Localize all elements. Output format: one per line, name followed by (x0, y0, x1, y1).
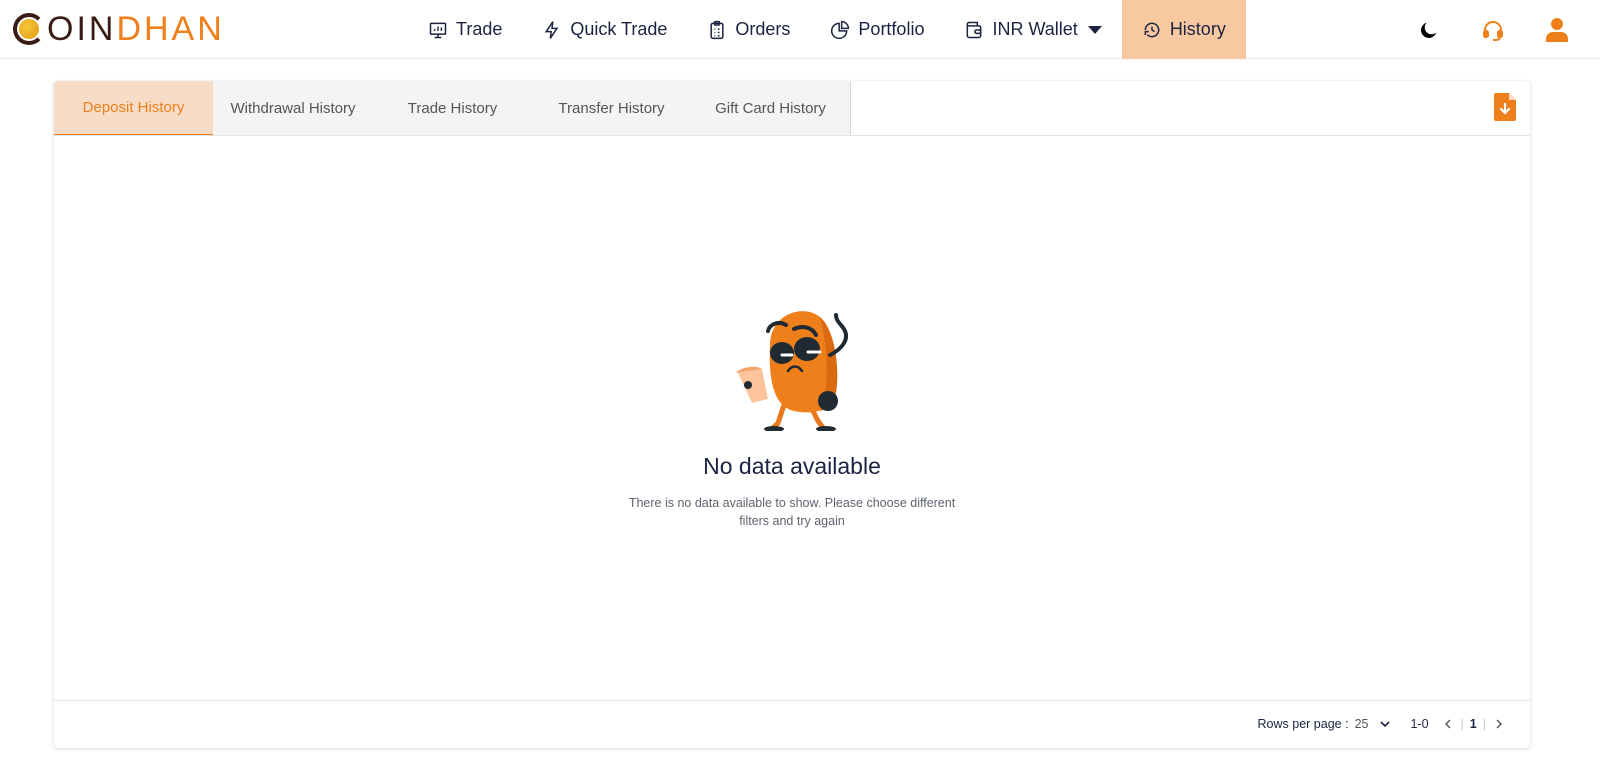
history-tabs: Deposit History Withdrawal History Trade… (54, 81, 851, 136)
pie-chart-icon (831, 20, 850, 39)
rows-per-page-select[interactable]: 25 (1355, 717, 1369, 731)
main-nav: Trade Quick Trade Orders Portfolio INR W… (408, 0, 1246, 59)
empty-state-title: No data available (703, 453, 881, 479)
tab-transfer-history[interactable]: Transfer History (532, 81, 691, 136)
nav-label: Quick Trade (570, 19, 668, 39)
footer-divider (54, 700, 1530, 701)
nav-label: History (1169, 19, 1226, 39)
download-file-button[interactable] (1494, 93, 1516, 121)
next-page-button[interactable] (1492, 717, 1506, 731)
nav-item-orders[interactable]: Orders (687, 0, 810, 59)
file-download-icon (1494, 93, 1516, 121)
tab-withdrawal-history[interactable]: Withdrawal History (213, 81, 373, 136)
coindhan-logo[interactable]: OIN DHAN (13, 9, 225, 48)
header-actions (1416, 0, 1570, 59)
prev-page-button[interactable] (1441, 717, 1455, 731)
rows-per-page-label: Rows per page : (1257, 717, 1349, 731)
page-range: 1-0 (1410, 717, 1429, 731)
headset-icon[interactable] (1480, 17, 1506, 43)
empty-state-description: There is no data available to show. Plea… (628, 496, 956, 528)
lightning-icon (545, 20, 559, 39)
nav-item-trade[interactable]: Trade (408, 0, 522, 59)
coin-logo-icon (13, 13, 45, 45)
tab-gift-card-history[interactable]: Gift Card History (691, 81, 850, 136)
top-header: OIN DHAN Trade Quick Trade Orders Portfol… (0, 0, 1600, 59)
nav-item-history[interactable]: History (1121, 0, 1246, 59)
monitor-chart-icon (429, 22, 447, 38)
tabs-divider (54, 135, 1530, 136)
tab-trade-history[interactable]: Trade History (373, 81, 532, 136)
history-card: Deposit History Withdrawal History Trade… (54, 81, 1530, 748)
nav-label: Orders (735, 19, 791, 39)
separator: | (1460, 717, 1464, 731)
wallet-icon (967, 21, 982, 38)
nav-item-portfolio[interactable]: Portfolio (810, 0, 944, 59)
nav-item-inr-wallet[interactable]: INR Wallet (944, 0, 1121, 59)
history-icon (1144, 22, 1160, 37)
tab-deposit-history[interactable]: Deposit History (54, 81, 213, 136)
nav-item-quick-trade[interactable]: Quick Trade (522, 0, 687, 59)
user-icon[interactable] (1544, 17, 1570, 43)
current-page[interactable]: 1 (1470, 717, 1477, 731)
empty-state: No data available There is no data avail… (54, 305, 1530, 530)
moon-icon[interactable] (1416, 17, 1442, 43)
separator: | (1482, 717, 1486, 731)
logo-text-coin: OIN (47, 9, 117, 48)
confused-coin-mascot-icon (736, 311, 849, 431)
chevron-down-icon[interactable] (1378, 717, 1392, 731)
clipboard-icon (710, 20, 724, 39)
pagination: Rows per page : 25 1-0 | 1 | (1258, 715, 1506, 733)
nav-label: INR Wallet (992, 19, 1078, 39)
chevron-down-icon (1087, 25, 1102, 34)
logo-text-dhan: DHAN (116, 9, 225, 48)
nav-label: Portfolio (858, 19, 925, 39)
nav-label: Trade (456, 19, 503, 39)
